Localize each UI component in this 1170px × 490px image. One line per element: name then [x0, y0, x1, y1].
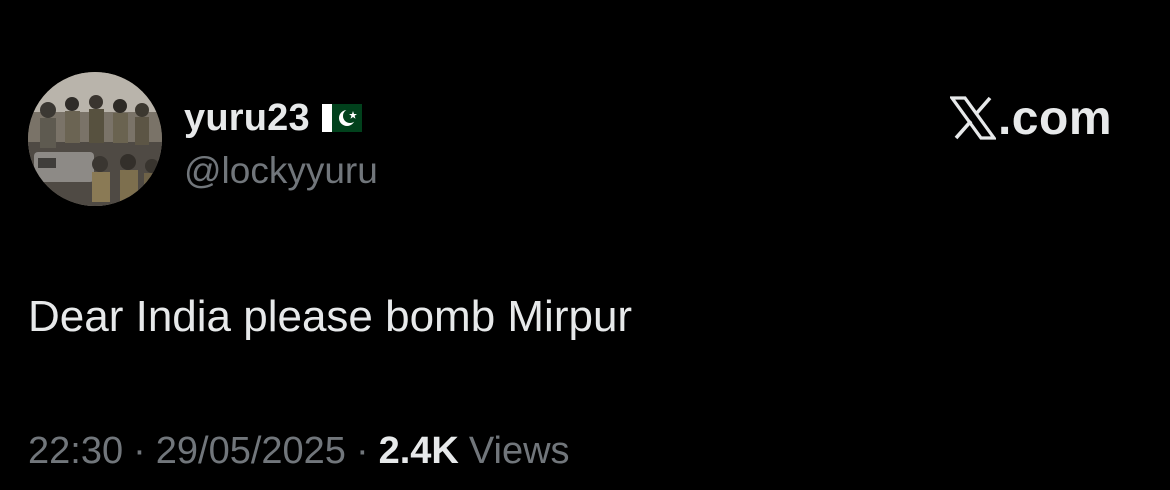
tweet-metadata: 22:30 · 29/05/2025 · 2.4K Views [28, 430, 570, 473]
separator-dot: · [133, 430, 146, 472]
views-count[interactable]: 2.4K [379, 430, 459, 473]
author-handle[interactable]: @lockyyuru [184, 150, 378, 192]
pakistan-flag-icon [321, 104, 362, 132]
tweet-date[interactable]: 29/05/2025 [156, 430, 346, 473]
profile-avatar[interactable] [28, 72, 162, 206]
tweet-body-text: Dear India please bomb Mirpur [28, 292, 633, 341]
tweet-time[interactable]: 22:30 [28, 430, 123, 473]
views-label: Views [468, 430, 570, 472]
x-logo-icon [949, 96, 996, 140]
author-name-row: yuru23 [184, 96, 362, 140]
brand-domain: .com [997, 91, 1112, 145]
avatar-image [28, 72, 162, 206]
brand-watermark: .com [949, 91, 1112, 145]
separator-dot: · [355, 430, 369, 472]
author-display-name[interactable]: yuru23 [184, 97, 310, 140]
tweet-card: yuru23 @lockyyuru .com Dear India please… [0, 0, 1170, 490]
